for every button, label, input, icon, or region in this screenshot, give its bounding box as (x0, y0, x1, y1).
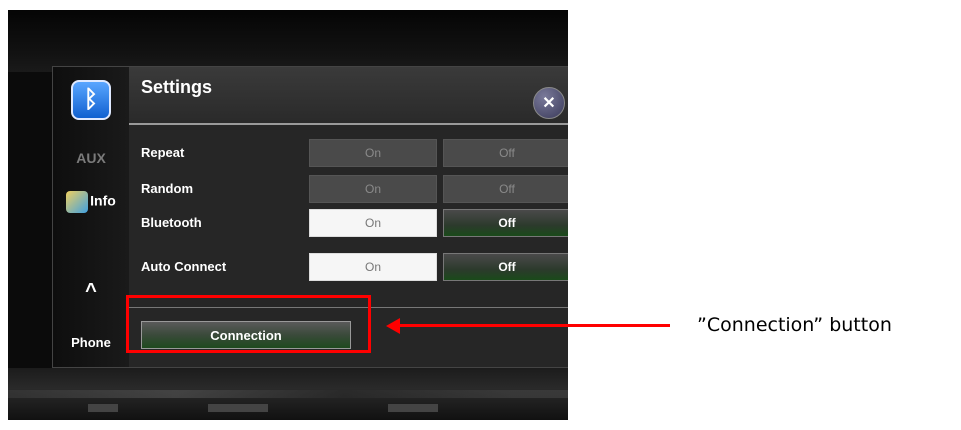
device-photo: ᛒ AUX Info ^ Phone Settings ✕ Repeat On … (8, 10, 568, 420)
close-icon: ✕ (542, 95, 556, 112)
rail-phone-button[interactable]: Phone (59, 313, 123, 371)
repeat-off-button[interactable]: Off (443, 139, 568, 167)
annotation-arrow (398, 324, 670, 327)
info-icon (66, 191, 89, 213)
panel-header: Settings ✕ (129, 67, 568, 123)
setting-label: Random (141, 181, 193, 196)
bezel-slot (208, 404, 268, 412)
random-off-button[interactable]: Off (443, 175, 568, 203)
info-label: Info (90, 192, 116, 209)
annotation-label: ”Connection” button (697, 314, 892, 336)
bezel-top (8, 10, 568, 72)
highlight-box (126, 295, 371, 353)
rail-info-button[interactable]: Info (59, 173, 123, 231)
setting-label: Auto Connect (141, 259, 227, 274)
rail-scroll-up-button[interactable]: ^ (59, 273, 123, 309)
auto-connect-on-button[interactable]: On (309, 253, 437, 281)
bezel-slot (388, 404, 438, 412)
aux-label: AUX (76, 150, 106, 166)
auto-connect-off-button[interactable]: Off (443, 253, 568, 281)
close-button[interactable]: ✕ (533, 87, 565, 119)
random-on-button[interactable]: On (309, 175, 437, 203)
bluetooth-on-button[interactable]: On (309, 209, 437, 237)
bezel-bottom (8, 368, 568, 420)
bluetooth-icon: ᛒ (71, 80, 111, 120)
bezel-slot (88, 404, 118, 412)
setting-label: Repeat (141, 145, 185, 160)
setting-row-bluetooth: Bluetooth On Off (129, 209, 568, 239)
bezel-glare (8, 390, 568, 398)
repeat-on-button[interactable]: On (309, 139, 437, 167)
chevron-up-icon: ^ (85, 279, 97, 302)
header-divider (129, 123, 568, 125)
setting-label: Bluetooth (141, 215, 202, 230)
rail-bluetooth-button[interactable]: ᛒ (59, 71, 123, 129)
setting-row-auto-connect: Auto Connect On Off (129, 253, 568, 283)
setting-row-random: Random On Off (129, 175, 568, 205)
source-rail: ᛒ AUX Info ^ Phone (53, 67, 129, 367)
phone-label: Phone (71, 334, 111, 350)
setting-row-repeat: Repeat On Off (129, 139, 568, 169)
page-title: Settings (141, 77, 213, 97)
bluetooth-off-button[interactable]: Off (443, 209, 568, 237)
